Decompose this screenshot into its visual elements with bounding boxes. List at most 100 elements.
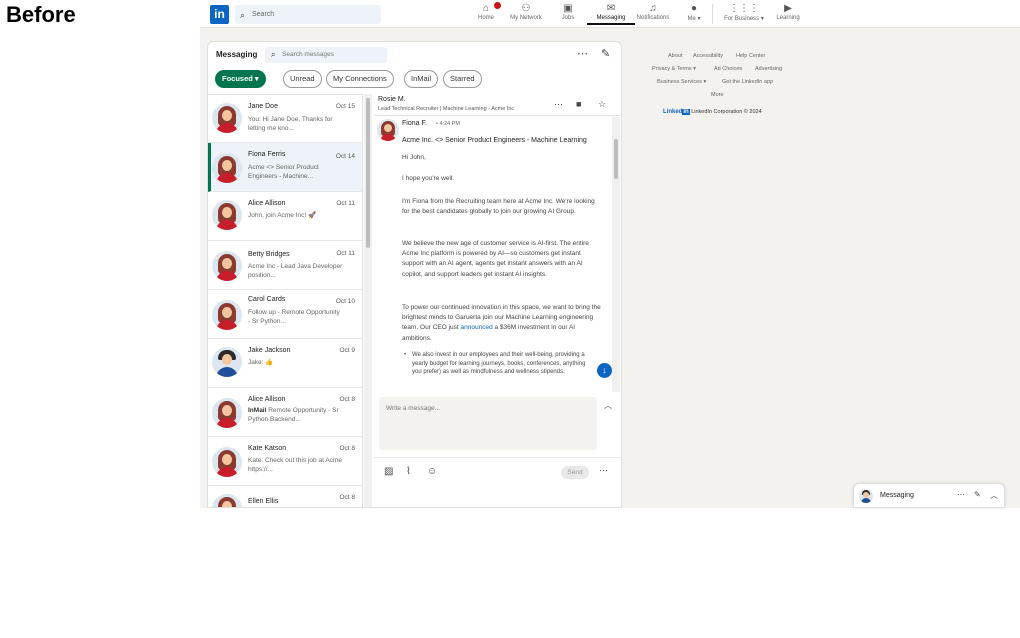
sender-name[interactable]: Fiona F.: [402, 120, 427, 127]
messaging-minibar[interactable]: Messaging ⋯ ✎ ︿: [853, 483, 1005, 508]
conversation-item[interactable]: Betty Bridges Oct 11 Acme Inc - Lead Jav…: [208, 241, 362, 290]
conversation-name: Betty Bridges: [248, 251, 290, 258]
footer-link-advertising[interactable]: Advertising: [755, 66, 782, 72]
nav-home[interactable]: ⌂ Home: [474, 2, 501, 21]
nav-me[interactable]: ● Me ▾: [684, 3, 704, 22]
message-paragraph: I hope you're well.: [402, 175, 455, 182]
messaging-icon: ✉: [606, 3, 616, 14]
conversation-item[interactable]: Fiona Ferris Oct 14 Acme <> Senior Produ…: [208, 143, 362, 192]
conversation-name: Jake Jackson: [248, 347, 291, 354]
emoji-icon[interactable]: ☺: [427, 466, 437, 477]
app-root: Before in ⌕ Search ⌂ Home ⚇ My Network ▣…: [0, 0, 1020, 638]
footer-copyright: Linkedin LinkedIn Corporation © 2024: [663, 109, 762, 115]
nav-learning-label: Learning: [776, 15, 800, 21]
jump-to-latest-icon[interactable]: ↓: [597, 363, 612, 378]
avatar: [212, 153, 242, 183]
avatar: [212, 447, 242, 477]
conversation-item[interactable]: Jake Jackson Oct 9 Jake: 👍: [208, 339, 362, 388]
conversation-date: Oct 11: [336, 200, 355, 207]
linkedin-in-mark: in: [682, 109, 690, 115]
footer-link-get-app[interactable]: Get the LinkedIn app: [722, 79, 773, 85]
sender-avatar[interactable]: [377, 119, 399, 141]
nav-learning[interactable]: ▶ Learning: [774, 3, 802, 21]
attachment-icon[interactable]: ⌇: [406, 466, 411, 477]
conversation-name: Kate Katson: [248, 445, 287, 452]
filter-my-connections[interactable]: My Connections: [326, 70, 394, 88]
scrollbar-thumb[interactable]: [366, 98, 370, 248]
linkedin-logo[interactable]: in: [210, 5, 229, 24]
announced-link[interactable]: announced: [461, 324, 493, 331]
more-options-icon[interactable]: ⋯: [554, 99, 563, 110]
search-icon: ⌕: [240, 10, 246, 20]
avatar: [212, 251, 242, 281]
conversation-item[interactable]: Alice Allison Oct 11 John, join Acme Inc…: [208, 192, 362, 241]
message-time: • 4:24 PM: [436, 121, 460, 127]
global-search-input[interactable]: ⌕ Search: [235, 5, 381, 24]
nav-messaging[interactable]: ✉ Messaging: [587, 3, 635, 25]
video-call-icon[interactable]: ■: [576, 99, 581, 109]
conversation-snippet: You: Hi Jane Doe, Thanks for letting me …: [248, 116, 333, 132]
star-icon[interactable]: ☆: [598, 99, 606, 110]
messaging-panel: Messaging ⌕ Search messages ⋯ ✎ Focused …: [207, 41, 622, 508]
conversation-date: Oct 15: [335, 103, 355, 110]
footer-link-help-center[interactable]: Help Center: [736, 53, 765, 59]
nav-me-label: Me ▾: [687, 16, 701, 22]
avatar: [212, 398, 242, 428]
conversation-list-scrollbar[interactable]: [364, 94, 372, 507]
filter-inmail[interactable]: InMail: [404, 70, 439, 88]
conversation-date: Oct 8: [339, 494, 355, 501]
thread-header: Rosie M. Lead Technical Recruiter | Mach…: [374, 94, 621, 116]
conversation-item[interactable]: Ellen Ellis Oct 8: [208, 486, 362, 507]
copyright-text: LinkedIn Corporation © 2024: [691, 109, 762, 115]
footer-link-privacy-terms[interactable]: Privacy & Terms ▾: [652, 66, 696, 72]
avatar: [212, 494, 242, 507]
top-nav: in ⌕ Search ⌂ Home ⚇ My Network ▣ Jobs ✉…: [200, 0, 1020, 28]
nav-notifications[interactable]: ♫ Notifications: [634, 3, 672, 21]
conversation-item[interactable]: Carol Cards Oct 10 Follow up - Remote Op…: [208, 290, 362, 339]
footer-link-more[interactable]: More: [711, 92, 724, 98]
compose-icon[interactable]: ✎: [974, 490, 981, 499]
message-greeting: Hi John,: [402, 154, 426, 161]
inmail-tag: InMail: [248, 407, 267, 414]
conversation-date: Oct 9: [339, 347, 355, 354]
thread-scrollbar[interactable]: [612, 117, 620, 392]
conversation-item[interactable]: Jane Doe Oct 15 You: Hi Jane Doe, Thanks…: [208, 95, 362, 143]
conversation-name: Jane Doe: [248, 103, 278, 110]
minibar-title: Messaging: [880, 492, 914, 499]
nav-jobs[interactable]: ▣ Jobs: [558, 3, 578, 21]
message-compose-input[interactable]: Write a message...: [379, 397, 597, 450]
filter-starred[interactable]: Starred: [443, 70, 482, 88]
thread-messages: Fiona F. • 4:24 PM Acme Inc. <> Senior P…: [374, 117, 614, 392]
more-options-icon[interactable]: ⋯: [577, 47, 588, 60]
nav-for-business[interactable]: ⋮⋮⋮ For Business ▾: [722, 3, 766, 22]
send-button[interactable]: Send: [561, 466, 589, 479]
conversation-name: Ellen Ellis: [248, 498, 279, 505]
nav-my-network[interactable]: ⚇ My Network: [506, 3, 546, 21]
nav-jobs-label: Jobs: [561, 15, 575, 21]
compose-icon[interactable]: ✎: [601, 47, 610, 60]
play-icon: ▶: [784, 3, 792, 14]
chevron-up-icon[interactable]: ︿: [604, 400, 612, 411]
scrollbar-thumb[interactable]: [614, 139, 618, 179]
more-options-icon[interactable]: ⋯: [599, 465, 608, 476]
conversation-date: Oct 8: [339, 445, 355, 452]
filter-focused[interactable]: Focused ▾: [215, 70, 266, 88]
footer-link-ad-choices[interactable]: Ad Choices: [714, 66, 742, 72]
footer-link-accessibility[interactable]: Accessibility: [693, 53, 723, 59]
thread-contact-name[interactable]: Rosie M.: [378, 96, 406, 103]
filter-unread[interactable]: Unread: [283, 70, 322, 88]
message-search-input[interactable]: ⌕ Search messages: [265, 47, 387, 63]
chevron-up-icon[interactable]: ︿: [990, 490, 998, 501]
conversation-item[interactable]: Kate Katson Oct 8 Kate: Check out this j…: [208, 437, 362, 486]
footer-link-about[interactable]: About: [668, 53, 682, 59]
avatar: [212, 347, 242, 377]
conversation-name: Alice Allison: [248, 396, 286, 403]
messaging-title: Messaging: [216, 50, 258, 59]
more-options-icon[interactable]: ⋯: [957, 490, 965, 499]
message-subject: Acme Inc. <> Senior Product Engineers - …: [402, 137, 587, 144]
avatar: [212, 300, 242, 330]
global-search-placeholder: Search: [252, 11, 275, 18]
conversation-item[interactable]: Alice Allison Oct 8 InMail Remote Opport…: [208, 388, 362, 437]
image-icon[interactable]: ▨: [384, 466, 393, 477]
footer-link-business-services[interactable]: Business Services ▾: [657, 79, 706, 85]
